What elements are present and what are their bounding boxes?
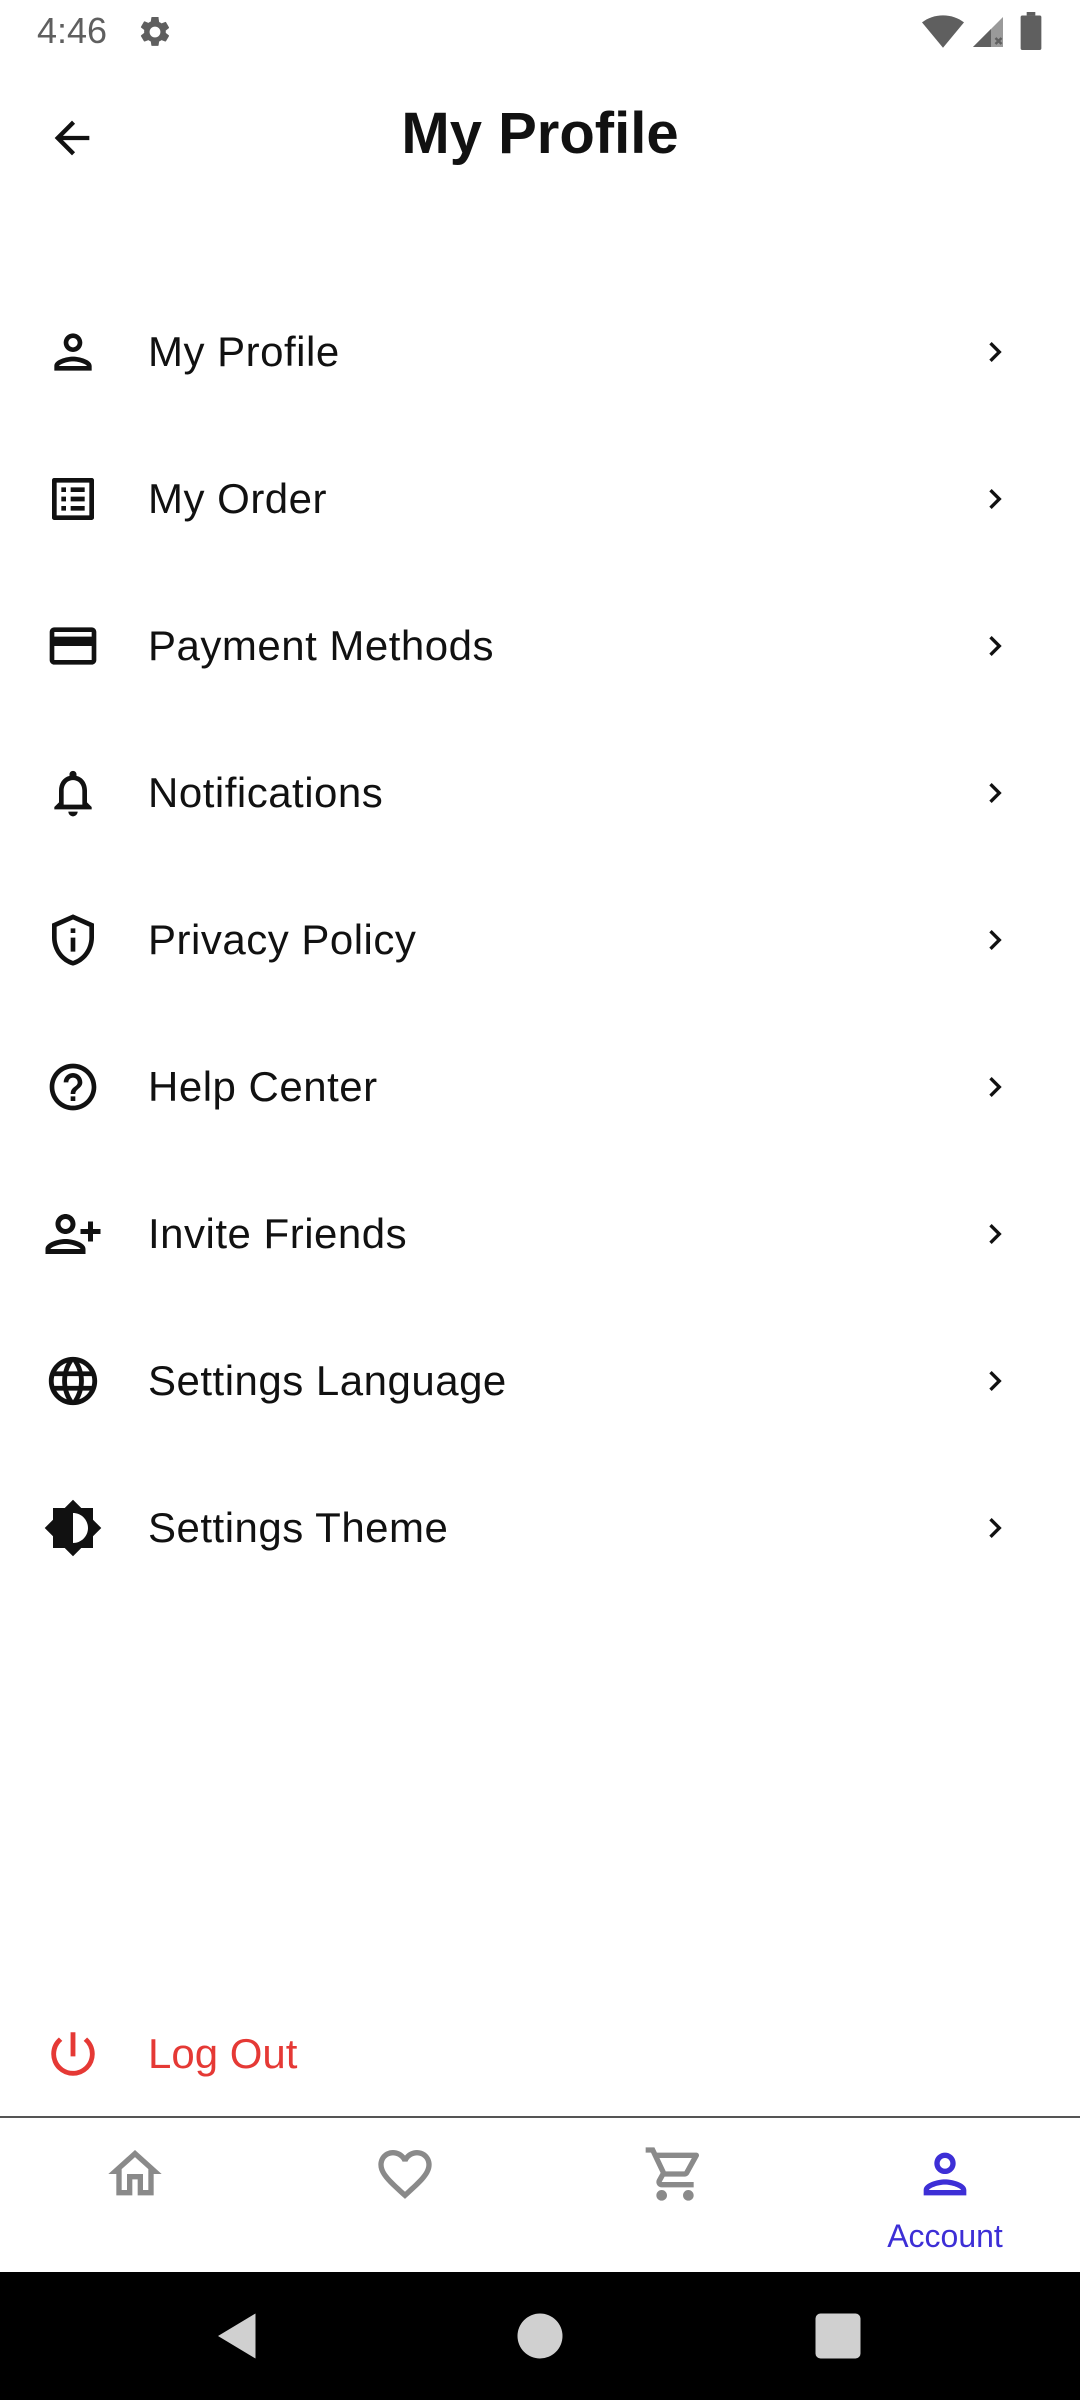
logout-button[interactable]: Log Out xyxy=(0,2004,1080,2104)
chevron-right-icon xyxy=(975,768,1015,818)
chevron-right-icon xyxy=(975,915,1015,965)
chevron-right-icon xyxy=(975,474,1015,524)
chevron-right-icon xyxy=(975,1503,1015,1553)
menu-list: My Profile My Order Payment Methods Noti… xyxy=(0,278,1080,1601)
bottom-nav: Account xyxy=(0,2116,1080,2274)
battery-icon xyxy=(1020,12,1042,50)
menu-item-invite-friends[interactable]: Invite Friends xyxy=(0,1160,1080,1307)
gear-icon xyxy=(140,16,170,46)
nav-label-account: Account xyxy=(887,2218,1003,2254)
shield-icon xyxy=(40,907,106,973)
list-alt-icon xyxy=(40,466,106,532)
chevron-right-icon xyxy=(975,621,1015,671)
menu-item-label: Notifications xyxy=(148,768,384,816)
help-circle-icon xyxy=(40,1054,106,1120)
menu-item-label: Help Center xyxy=(148,1062,378,1110)
account-icon xyxy=(923,2152,967,2196)
app-bar: My Profile xyxy=(0,64,1080,208)
signal-icon xyxy=(973,17,1003,47)
system-nav-bar xyxy=(0,2272,1080,2400)
brightness-icon xyxy=(40,1495,106,1561)
person-add-icon xyxy=(40,1201,106,1267)
menu-item-my-profile[interactable]: My Profile xyxy=(0,278,1080,425)
nav-item-cart[interactable] xyxy=(540,2118,810,2274)
menu-item-label: Privacy Policy xyxy=(148,915,417,963)
globe-icon xyxy=(40,1348,106,1414)
person-icon xyxy=(40,319,106,385)
chevron-right-icon xyxy=(975,1062,1015,1112)
nav-item-favorites[interactable] xyxy=(270,2118,540,2274)
menu-item-my-order[interactable]: My Order xyxy=(0,425,1080,572)
menu-item-label: My Order xyxy=(148,474,328,522)
home-circle-icon[interactable] xyxy=(510,2306,570,2366)
heart-icon xyxy=(378,2150,432,2199)
credit-card-icon xyxy=(40,613,106,679)
nav-item-home[interactable] xyxy=(0,2118,270,2274)
wifi-icon xyxy=(922,15,964,48)
power-icon xyxy=(40,2021,106,2087)
menu-item-help-center[interactable]: Help Center xyxy=(0,1013,1080,1160)
home-icon xyxy=(108,2150,162,2196)
menu-item-notifications[interactable]: Notifications xyxy=(0,719,1080,866)
back-triangle-icon[interactable] xyxy=(208,2306,268,2366)
page-title: My Profile xyxy=(401,101,679,166)
menu-item-payment-methods[interactable]: Payment Methods xyxy=(0,572,1080,719)
menu-item-label: Payment Methods xyxy=(148,621,495,669)
chevron-right-icon xyxy=(975,1356,1015,1406)
cart-icon xyxy=(645,2147,700,2201)
menu-item-label: Invite Friends xyxy=(148,1209,408,1257)
menu-item-label: Settings Language xyxy=(148,1356,507,1404)
nav-item-account[interactable]: Account xyxy=(810,2118,1080,2274)
menu-item-settings-language[interactable]: Settings Language xyxy=(0,1307,1080,1454)
status-bar: 4:46 xyxy=(0,0,1080,64)
menu-item-label: My Profile xyxy=(148,327,340,375)
logout-label: Log Out xyxy=(148,2030,298,2077)
recents-square-icon[interactable] xyxy=(808,2306,868,2366)
menu-item-label: Settings Theme xyxy=(148,1503,449,1551)
status-time: 4:46 xyxy=(37,10,108,51)
chevron-right-icon xyxy=(975,1209,1015,1259)
bell-icon xyxy=(40,760,106,826)
chevron-right-icon xyxy=(975,327,1015,377)
menu-item-settings-theme[interactable]: Settings Theme xyxy=(0,1454,1080,1601)
menu-item-privacy-policy[interactable]: Privacy Policy xyxy=(0,866,1080,1013)
